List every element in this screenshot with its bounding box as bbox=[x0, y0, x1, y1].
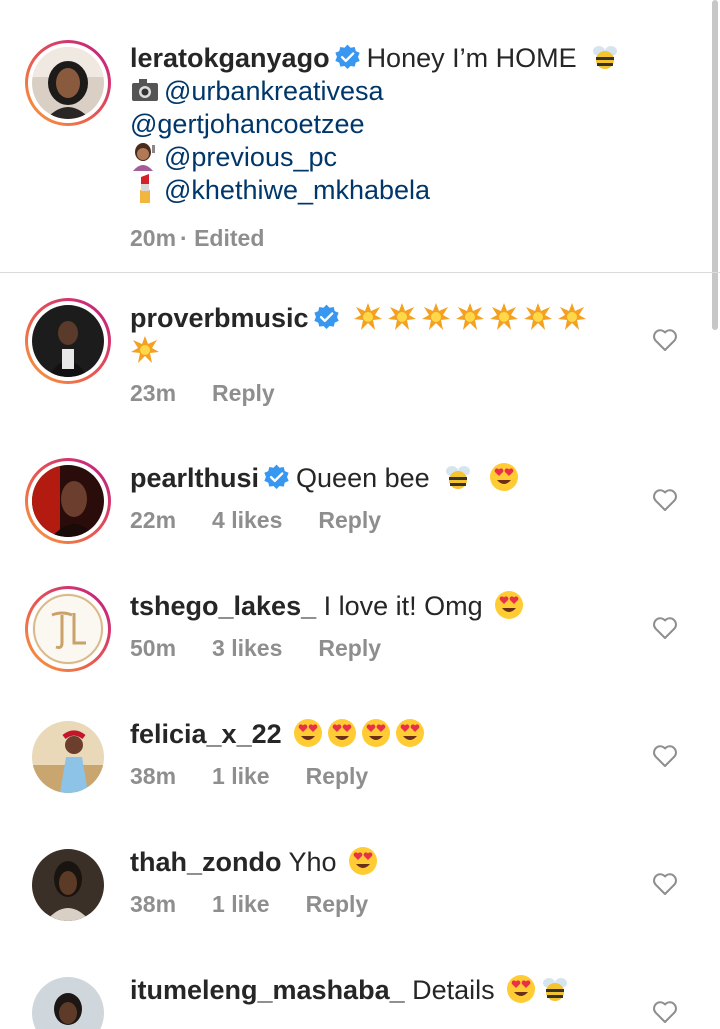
avatar[interactable] bbox=[25, 842, 111, 928]
comment-time: 22m bbox=[130, 507, 177, 533]
comment-username[interactable]: thah_zondo bbox=[130, 847, 281, 877]
bee-icon bbox=[543, 978, 568, 1001]
collision-icon bbox=[490, 303, 519, 330]
comment-text: I love it! Omg bbox=[323, 591, 483, 621]
mention-link[interactable]: @gertjohancoetzee bbox=[130, 109, 365, 139]
reply-button[interactable]: Reply bbox=[306, 891, 369, 917]
likes-count[interactable]: 1 like bbox=[212, 891, 270, 917]
collision-icon bbox=[388, 303, 417, 330]
reply-button[interactable]: Reply bbox=[318, 507, 381, 533]
like-heart-icon[interactable] bbox=[652, 1000, 678, 1024]
comment-username[interactable]: proverbmusic bbox=[130, 303, 309, 333]
avatar[interactable] bbox=[25, 298, 111, 384]
edited-label: · Edited bbox=[180, 225, 265, 251]
comment-text: Details bbox=[412, 975, 495, 1005]
collision-icon bbox=[524, 303, 553, 330]
comment-username[interactable]: itumeleng_mashaba_ bbox=[130, 975, 405, 1005]
collision-icon bbox=[456, 303, 485, 330]
reply-button[interactable]: Reply bbox=[306, 763, 369, 789]
comment-time: 38m bbox=[130, 891, 177, 917]
heart-eyes-icon bbox=[294, 719, 323, 747]
heart-eyes-icon bbox=[349, 847, 378, 875]
comment-item: itumeleng_mashaba_ Details bbox=[0, 970, 720, 1029]
heart-eyes-icon bbox=[328, 719, 357, 747]
bee-icon bbox=[446, 466, 471, 489]
comment-username[interactable]: felicia_x_22 bbox=[130, 719, 282, 749]
comment-text: Yho bbox=[288, 847, 337, 877]
likes-count[interactable]: 1 like bbox=[212, 763, 270, 789]
verified-badge-icon bbox=[313, 304, 339, 329]
comment-item: pearlthusi Queen bee 22m 4 likes Reply bbox=[0, 458, 720, 568]
collision-icon bbox=[422, 303, 451, 330]
likes-count[interactable]: 4 likes bbox=[212, 507, 282, 533]
avatar[interactable] bbox=[25, 714, 111, 800]
comment-time: 38m bbox=[130, 763, 177, 789]
post-caption: leratokganyago Honey I’m HOME @urbankreat… bbox=[0, 0, 720, 273]
comment-time: 50m bbox=[130, 635, 177, 661]
avatar[interactable] bbox=[25, 40, 111, 126]
heart-eyes-icon bbox=[396, 719, 425, 747]
collision-icon bbox=[131, 336, 159, 363]
likes-count[interactable]: 3 likes bbox=[212, 635, 282, 661]
comment-username[interactable]: tshego_lakes_ bbox=[130, 591, 316, 621]
caption-time: 20m bbox=[130, 225, 177, 251]
reply-button[interactable]: Reply bbox=[318, 635, 381, 661]
comment-item: felicia_x_22 38m 1 like Reply bbox=[0, 714, 720, 824]
like-heart-icon[interactable] bbox=[652, 328, 678, 352]
avatar[interactable] bbox=[25, 458, 111, 544]
heart-eyes-icon bbox=[362, 719, 391, 747]
collision-icon bbox=[354, 303, 383, 330]
like-heart-icon[interactable] bbox=[652, 744, 678, 768]
reply-button[interactable]: Reply bbox=[212, 380, 275, 406]
haircut-icon bbox=[133, 143, 155, 171]
verified-badge-icon bbox=[264, 464, 289, 489]
collision-icon bbox=[558, 303, 587, 330]
avatar[interactable] bbox=[25, 970, 111, 1029]
comment-item: tshego_lakes_ I love it! Omg 50m 3 likes R… bbox=[0, 586, 720, 696]
comment-text: Queen bee bbox=[296, 463, 430, 493]
mention-link[interactable]: @khethiwe_mkhabela bbox=[164, 175, 430, 205]
like-heart-icon[interactable] bbox=[652, 488, 678, 512]
like-heart-icon[interactable] bbox=[652, 872, 678, 896]
caption-username[interactable]: leratokganyago bbox=[130, 43, 330, 73]
caption-text: Honey I’m HOME bbox=[366, 43, 577, 73]
camera-icon bbox=[132, 79, 158, 101]
comment-time: 23m bbox=[130, 380, 177, 406]
bee-icon bbox=[593, 46, 618, 69]
like-heart-icon[interactable] bbox=[652, 616, 678, 640]
avatar[interactable] bbox=[25, 586, 111, 672]
mention-link[interactable]: @previous_pc bbox=[164, 142, 337, 172]
heart-eyes-icon bbox=[489, 463, 518, 491]
comment-item: proverbmusic 23m Reply bbox=[0, 298, 720, 418]
comment-item: thah_zondo Yho 38m 1 like Reply bbox=[0, 842, 720, 952]
heart-eyes-icon bbox=[495, 591, 524, 619]
comment-username[interactable]: pearlthusi bbox=[130, 463, 259, 493]
verified-badge-icon bbox=[334, 44, 360, 69]
mention-link[interactable]: @urbankreativesa bbox=[164, 76, 384, 106]
heart-eyes-icon bbox=[507, 975, 536, 1003]
lipstick-icon bbox=[140, 174, 150, 203]
